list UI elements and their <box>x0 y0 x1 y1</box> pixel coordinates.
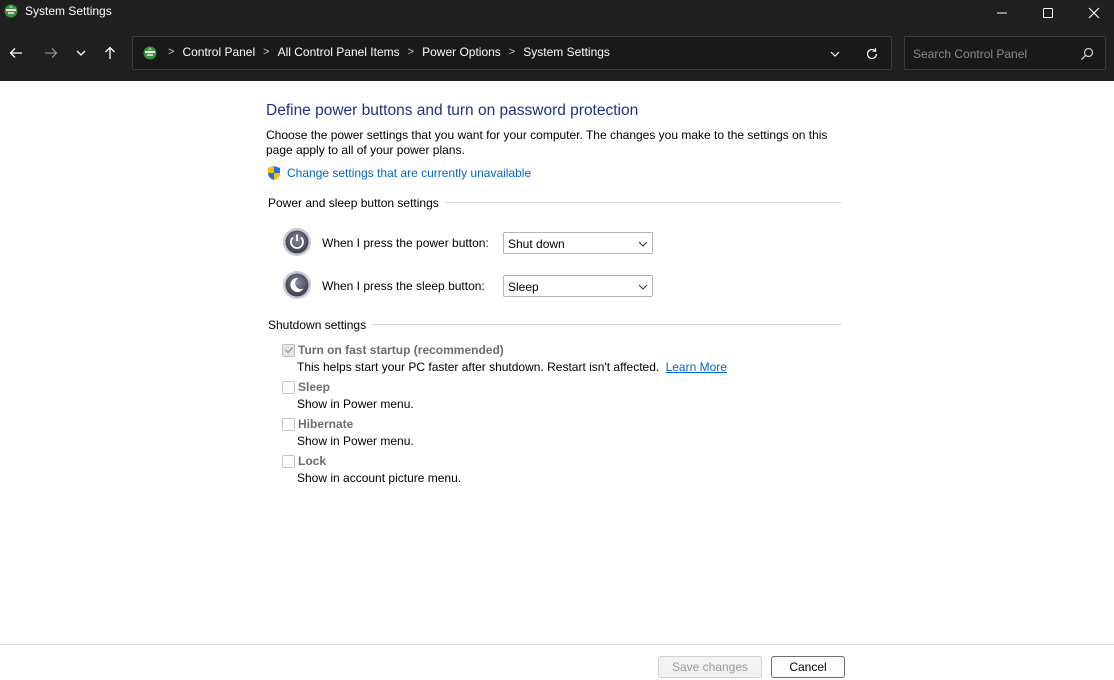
control-panel-icon <box>143 46 157 60</box>
uac-shield-icon <box>268 166 280 180</box>
minimize-button[interactable] <box>979 0 1025 25</box>
power-button-label: When I press the power button: <box>322 236 489 250</box>
sleep-button-label: When I press the sleep button: <box>322 279 485 293</box>
lock-option-label: Lock <box>298 454 327 468</box>
change-settings-link-label[interactable]: Change settings that are currently unava… <box>287 166 531 180</box>
power-button-action-select[interactable]: Shut down <box>503 232 653 254</box>
window-title: System Settings <box>25 4 112 18</box>
close-button[interactable] <box>1071 0 1114 25</box>
lock-option-description: Show in account picture menu. <box>297 471 462 485</box>
title-bar: System Settings <box>0 0 1114 25</box>
shutdown-group-title: Shutdown settings <box>268 318 373 332</box>
sleep-option-description: Show in Power menu. <box>297 397 414 411</box>
chevron-down-icon <box>638 241 648 247</box>
back-button[interactable] <box>3 40 29 66</box>
power-sleep-group-title: Power and sleep button settings <box>268 196 445 210</box>
navigation-bar: > Control Panel > All Control Panel Item… <box>0 25 1114 81</box>
breadcrumb-all-items[interactable]: All Control Panel Items <box>278 45 400 59</box>
minimize-icon <box>997 12 1007 13</box>
power-button-icon <box>283 228 311 256</box>
sleep-button-action-select[interactable]: Sleep <box>503 275 653 297</box>
close-icon <box>1088 7 1100 18</box>
breadcrumb-control-panel[interactable]: Control Panel <box>182 45 255 59</box>
checkmark-icon <box>284 347 293 354</box>
power-button-action-value: Shut down <box>508 237 565 251</box>
learn-more-link[interactable]: Learn More <box>666 360 727 374</box>
chevron-down-icon <box>830 51 840 57</box>
search-icon[interactable] <box>1079 46 1095 62</box>
refresh-button[interactable] <box>861 44 883 64</box>
fast-startup-checkbox[interactable] <box>282 343 295 357</box>
control-panel-icon <box>4 4 18 18</box>
lock-checkbox[interactable] <box>282 454 295 468</box>
fast-startup-option: Turn on fast startup (recommended) <box>282 343 504 357</box>
save-changes-button[interactable]: Save changes <box>658 656 762 678</box>
search-input[interactable] <box>913 45 1073 63</box>
search-box <box>904 36 1106 70</box>
hibernate-checkbox[interactable] <box>282 417 295 431</box>
lock-option: Lock <box>282 454 326 468</box>
maximize-icon <box>1043 7 1053 18</box>
hibernate-option-label: Hibernate <box>298 417 354 431</box>
arrow-up-icon <box>105 46 115 59</box>
footer-bar: Save changes Cancel <box>0 644 1114 680</box>
chevron-down-icon <box>76 50 86 56</box>
chevron-down-icon <box>638 284 648 290</box>
sleep-option-label: Sleep <box>298 380 331 394</box>
breadcrumb-system-settings[interactable]: System Settings <box>523 45 610 59</box>
fast-startup-description: This helps start your PC faster after sh… <box>297 360 727 374</box>
breadcrumb-power-options[interactable]: Power Options <box>422 45 501 59</box>
fast-startup-label: Turn on fast startup (recommended) <box>298 343 504 357</box>
arrow-right-icon <box>45 48 58 58</box>
refresh-icon <box>866 48 878 60</box>
recent-locations-button[interactable] <box>68 40 94 66</box>
up-button[interactable] <box>97 40 123 66</box>
sleep-option: Sleep <box>282 380 330 394</box>
fast-startup-desc-text: This helps start your PC faster after sh… <box>297 360 660 374</box>
page-title: Define power buttons and turn on passwor… <box>266 102 639 119</box>
breadcrumb-separator-icon[interactable]: > <box>168 46 174 58</box>
page-description: Choose the power settings that you want … <box>266 128 828 157</box>
sleep-button-action-value: Sleep <box>508 280 539 294</box>
breadcrumb: > Control Panel > All Control Panel Item… <box>161 45 610 59</box>
forward-button[interactable] <box>38 40 64 66</box>
arrow-left-icon <box>9 48 22 58</box>
sleep-checkbox[interactable] <box>282 380 295 394</box>
breadcrumb-separator-icon[interactable]: > <box>509 46 515 58</box>
breadcrumb-separator-icon[interactable]: > <box>408 46 414 58</box>
hibernate-option-description: Show in Power menu. <box>297 434 414 448</box>
cancel-button[interactable]: Cancel <box>771 656 845 678</box>
sleep-button-icon <box>283 271 311 299</box>
address-bar[interactable]: > Control Panel > All Control Panel Item… <box>132 36 892 70</box>
maximize-button[interactable] <box>1025 0 1071 25</box>
main-content: Define power buttons and turn on passwor… <box>0 81 1114 644</box>
breadcrumb-separator-icon[interactable]: > <box>263 46 269 58</box>
change-settings-link[interactable]: Change settings that are currently unava… <box>266 165 531 181</box>
address-dropdown-button[interactable] <box>825 45 845 63</box>
hibernate-option: Hibernate <box>282 417 353 431</box>
